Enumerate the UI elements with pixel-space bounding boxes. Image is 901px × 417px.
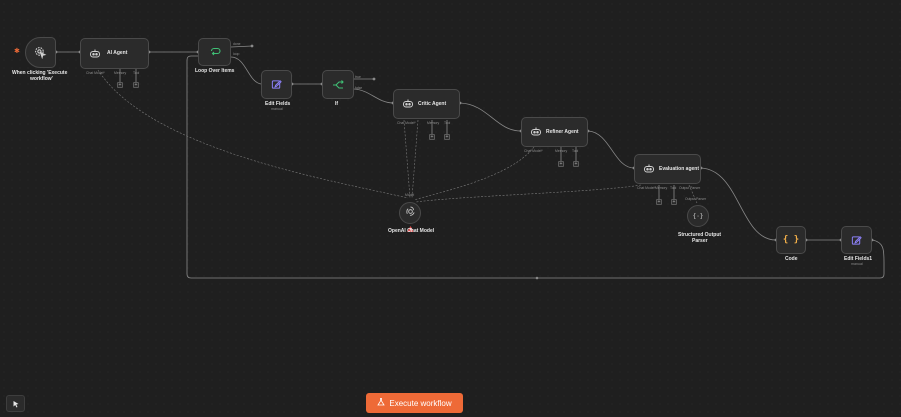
- evaluation-add-memory-button[interactable]: +: [656, 199, 662, 205]
- refiner-port-tool: Tool: [572, 149, 579, 153]
- node-code[interactable]: { }: [776, 226, 806, 254]
- critic-port-tool: Tool: [444, 121, 451, 125]
- code-title: Code: [785, 256, 798, 262]
- loop-output-loop: loop: [233, 52, 240, 56]
- edit-pencil-icon: [842, 227, 871, 253]
- robot-icon: [530, 127, 542, 137]
- branch-icon: [323, 71, 353, 98]
- trigger-warning-marker: ✱: [14, 48, 20, 55]
- code-braces-icon: { }: [782, 235, 800, 245]
- openai-port-label: Model: [405, 193, 415, 197]
- edge-refiner-eval: [587, 130, 635, 169]
- edge-eval-code: [700, 167, 777, 241]
- if-title: If: [335, 101, 339, 107]
- refiner-add-tool-button[interactable]: +: [573, 161, 579, 167]
- ai-agent-title: AI Agent: [107, 50, 128, 56]
- node-edit-fields[interactable]: [261, 70, 292, 99]
- node-ai-agent[interactable]: AI Agent: [80, 38, 149, 69]
- refiner-port-chat-model: Chat Model*: [524, 149, 543, 153]
- braces-icon: {·}: [692, 212, 704, 220]
- node-if[interactable]: [322, 70, 354, 99]
- edit-fields-subtitle: manual: [271, 107, 283, 111]
- evaluation-port-output-parser: Output Parser: [679, 186, 701, 190]
- critic-add-memory-button[interactable]: +: [429, 134, 435, 140]
- ai-agent-port-memory: Memory: [114, 71, 127, 75]
- critic-add-tool-button[interactable]: +: [444, 134, 450, 140]
- edge-loop-done: [230, 45, 253, 48]
- ai-agent-port-tool: Tool: [133, 71, 140, 75]
- ai-agent-port-chat-model: Chat Model*: [86, 71, 105, 75]
- loop-icon: [199, 39, 230, 65]
- edge-loop-edit: [230, 56, 262, 85]
- edge-if-critic: [353, 88, 394, 104]
- flask-icon: [377, 398, 386, 408]
- loop-output-done: done: [233, 42, 241, 46]
- evaluation-port-chat-model: Chat Model*: [637, 186, 656, 190]
- evaluation-agent-title: Evaluation agent: [659, 166, 700, 172]
- node-loop-over-items[interactable]: [198, 38, 231, 66]
- edge-refiner-model: [413, 146, 535, 201]
- if-output-false: false: [355, 86, 363, 90]
- ai-agent-add-tool-button[interactable]: +: [133, 82, 139, 88]
- edge-critic-refiner: [459, 102, 522, 132]
- refiner-port-memory: Memory: [555, 149, 568, 153]
- edit-pencil-icon: [262, 71, 291, 98]
- critic-agent-title: Critic Agent: [418, 101, 447, 107]
- robot-icon: [643, 164, 655, 174]
- evaluation-port-memory: Memory: [655, 186, 668, 190]
- loop-title: Loop Over Items: [195, 68, 235, 74]
- node-manual-trigger[interactable]: [25, 37, 56, 68]
- edit-fields1-subtitle: manual: [851, 262, 863, 266]
- pointer-tool-button[interactable]: [6, 395, 25, 412]
- pointer-arrow-icon: [12, 395, 20, 413]
- node-critic-agent[interactable]: Critic Agent: [393, 89, 460, 119]
- if-output-true: true: [355, 75, 361, 79]
- edge-critic-model: [403, 119, 411, 199]
- robot-icon: [89, 49, 101, 59]
- execute-workflow-button[interactable]: Execute workflow: [366, 393, 463, 413]
- evaluation-port-tool: Tool: [670, 186, 677, 190]
- node-evaluation-agent[interactable]: Evaluation agent: [634, 154, 701, 184]
- node-structured-output-parser[interactable]: {·}: [687, 205, 709, 227]
- refiner-agent-title: Refiner Agent: [546, 129, 579, 135]
- openai-title: OpenAI Chat Model: [388, 228, 435, 234]
- cursor-click-icon: [26, 38, 55, 67]
- critic-port-chat-model: Chat Model*: [397, 121, 416, 125]
- node-refiner-agent[interactable]: Refiner Agent: [521, 117, 588, 147]
- parser-title-line2: Parser: [692, 238, 708, 244]
- edge-eval-model: [415, 184, 642, 203]
- execute-workflow-label: Execute workflow: [389, 398, 452, 408]
- robot-icon: [402, 99, 414, 109]
- critic-port-memory: Memory: [427, 121, 440, 125]
- parser-port-label: Output Parser: [685, 197, 707, 201]
- node-edit-fields1[interactable]: [841, 226, 872, 254]
- trigger-title-line2: workflow': [30, 76, 53, 82]
- evaluation-add-tool-button[interactable]: +: [671, 199, 677, 205]
- ai-agent-add-memory-button[interactable]: +: [117, 82, 123, 88]
- refiner-add-memory-button[interactable]: +: [558, 161, 564, 167]
